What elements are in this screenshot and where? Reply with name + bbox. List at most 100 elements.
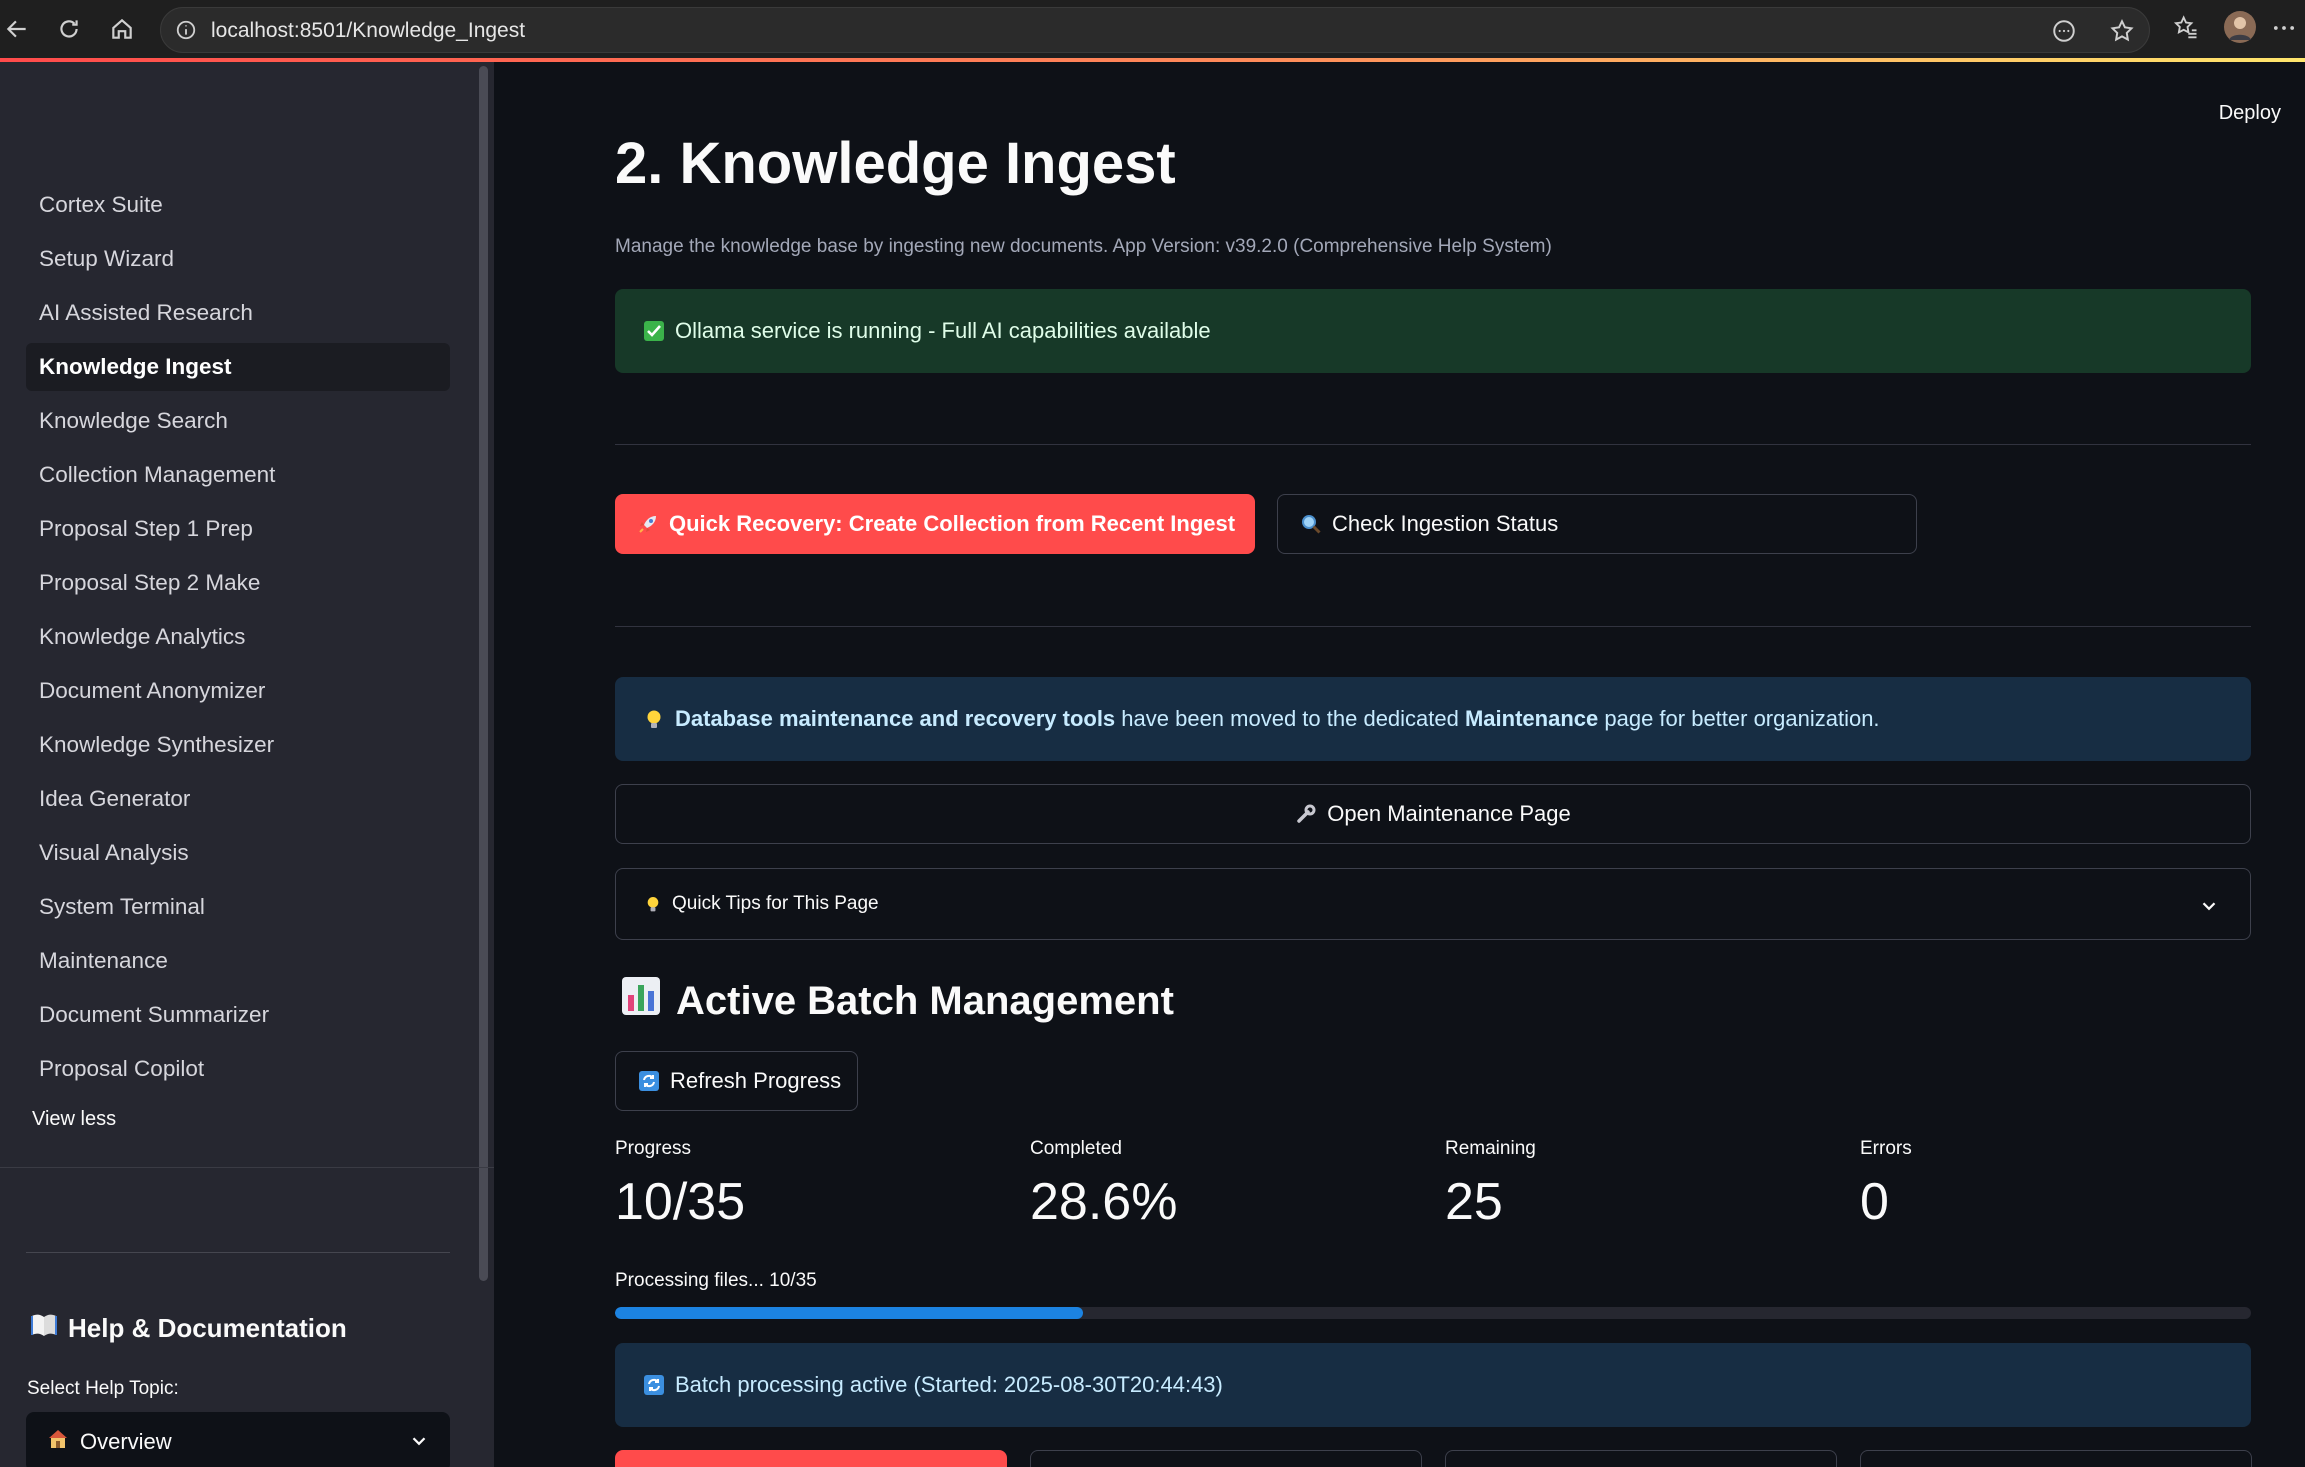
reader-icon[interactable] — [2051, 18, 2077, 49]
progress-text: Processing files... 10/35 — [615, 1270, 817, 1291]
batch-action-button[interactable] — [1030, 1450, 1422, 1467]
notice-bold-tools: Database maintenance and recovery tools — [675, 706, 1116, 731]
batch-action-button[interactable] — [1860, 1450, 2252, 1467]
metric-completed: Completed 28.6% — [1030, 1138, 1177, 1232]
home-icon[interactable] — [105, 12, 139, 46]
progress-bar — [615, 1307, 2251, 1319]
sidebar-item-knowledge-analytics[interactable]: Knowledge Analytics — [26, 613, 450, 667]
book-icon — [30, 1312, 58, 1345]
rocket-icon — [637, 513, 659, 535]
sidebar-item-proposal-copilot[interactable]: Proposal Copilot — [26, 1045, 450, 1099]
view-less-link[interactable]: View less — [32, 1108, 116, 1131]
sidebar-item-knowledge-ingest[interactable]: Knowledge Ingest — [26, 343, 450, 391]
sidebar-item-knowledge-synthesizer[interactable]: Knowledge Synthesizer — [26, 721, 450, 775]
divider — [615, 444, 2251, 445]
chevron-down-icon — [408, 1430, 430, 1458]
sidebar-item-knowledge-search[interactable]: Knowledge Search — [26, 397, 450, 451]
notice-text-2: page for better organization. — [1598, 706, 1880, 731]
main-content: Deploy 2. Knowledge Ingest Manage the kn… — [494, 62, 2305, 1467]
help-topic-label: Select Help Topic: — [27, 1378, 179, 1399]
help-heading-text: Help & Documentation — [68, 1313, 347, 1343]
metric-value: 0 — [1860, 1173, 1889, 1231]
batch-heading-text: Active Batch Management — [676, 978, 1174, 1023]
sidebar-item-maintenance[interactable]: Maintenance — [26, 937, 450, 991]
wrench-icon — [1295, 803, 1317, 825]
quick-tips-expander[interactable]: Quick Tips for This Page — [615, 868, 2251, 940]
quick-recovery-button[interactable]: Quick Recovery: Create Collection from R… — [615, 494, 1255, 554]
batch-action-button[interactable] — [1445, 1450, 1837, 1467]
site-info-icon[interactable] — [175, 19, 197, 46]
refresh-icon — [638, 1070, 660, 1092]
help-heading: Help & Documentation — [30, 1312, 347, 1345]
progress-bar-fill — [615, 1307, 1083, 1319]
url-text: localhost:8501/Knowledge_Ingest — [211, 19, 526, 42]
sidebar-item-document-summarizer[interactable]: Document Summarizer — [26, 991, 450, 1045]
check-status-label: Check Ingestion Status — [1332, 511, 1559, 536]
ollama-status-text: Ollama service is running - Full AI capa… — [675, 318, 1211, 343]
check-ingestion-status-button[interactable]: Check Ingestion Status — [1277, 494, 1917, 554]
sidebar-item-visual-analysis[interactable]: Visual Analysis — [26, 829, 450, 883]
profile-avatar[interactable] — [2223, 10, 2257, 49]
deploy-button[interactable]: Deploy — [2219, 102, 2281, 125]
sidebar-item-idea-generator[interactable]: Idea Generator — [26, 775, 450, 829]
batch-status-alert: Batch processing active (Started: 2025-0… — [615, 1343, 2251, 1427]
browser-toolbar: localhost:8501/Knowledge_Ingest — [0, 0, 2305, 60]
sidebar-item-system-terminal[interactable]: System Terminal — [26, 883, 450, 937]
check-box-icon — [643, 320, 665, 342]
ollama-status-alert: Ollama service is running - Full AI capa… — [615, 289, 2251, 373]
open-maintenance-label: Open Maintenance Page — [1327, 801, 1571, 826]
address-bar[interactable]: localhost:8501/Knowledge_Ingest — [160, 7, 2150, 53]
sidebar-item-document-anonymizer[interactable]: Document Anonymizer — [26, 667, 450, 721]
metric-label: Remaining — [1445, 1138, 1536, 1159]
sidebar-divider — [0, 1167, 494, 1168]
notice-text-1: have been moved to the dedicated — [1115, 706, 1465, 731]
batch-heading: Active Batch Management — [620, 975, 1174, 1027]
metric-label: Progress — [615, 1138, 692, 1159]
chevron-down-icon — [2198, 895, 2220, 923]
open-maintenance-button[interactable]: Open Maintenance Page — [615, 784, 2251, 844]
magnifier-icon — [1300, 513, 1322, 535]
page-title: 2. Knowledge Ingest — [615, 131, 1176, 196]
page-caption: Manage the knowledge base by ingesting n… — [615, 236, 1552, 257]
sidebar-nav: Cortex Suite Setup Wizard AI Assisted Rese… — [26, 181, 450, 1099]
refresh-progress-label: Refresh Progress — [670, 1068, 842, 1093]
metric-value: 25 — [1445, 1173, 1503, 1231]
sidebar-item-proposal-step-1-prep[interactable]: Proposal Step 1 Prep — [26, 505, 450, 559]
back-icon[interactable] — [0, 12, 34, 46]
sidebar-item-cortex-suite[interactable]: Cortex Suite — [26, 181, 450, 235]
sidebar-item-setup-wizard[interactable]: Setup Wizard — [26, 235, 450, 289]
help-topic-select[interactable]: Overview — [26, 1412, 450, 1467]
refresh-icon — [643, 1374, 665, 1396]
maintenance-notice-text: Database maintenance and recovery tools … — [675, 706, 1880, 732]
refresh-progress-button[interactable]: Refresh Progress — [615, 1051, 858, 1111]
lightbulb-icon — [643, 708, 665, 730]
help-topic-value: Overview — [80, 1429, 172, 1454]
favorite-star-icon[interactable] — [2109, 18, 2135, 49]
sidebar-scrollbar[interactable] — [479, 66, 488, 1281]
quick-tips-label: Quick Tips for This Page — [672, 893, 879, 914]
sidebar-divider — [26, 1252, 450, 1253]
maintenance-notice: Database maintenance and recovery tools … — [615, 677, 2251, 761]
sidebar: Cortex Suite Setup Wizard AI Assisted Rese… — [0, 62, 494, 1467]
metric-label: Errors — [1860, 1138, 1912, 1159]
metric-label: Completed — [1030, 1138, 1122, 1159]
sidebar-item-ai-assisted-research[interactable]: AI Assisted Research — [26, 289, 450, 343]
house-icon — [46, 1427, 70, 1457]
batch-status-text: Batch processing active (Started: 2025-0… — [675, 1372, 1223, 1397]
metric-value: 28.6% — [1030, 1173, 1178, 1231]
favorites-icon[interactable] — [2172, 14, 2200, 47]
bar-chart-icon — [620, 975, 662, 1027]
sidebar-item-collection-management[interactable]: Collection Management — [26, 451, 450, 505]
quick-recovery-label: Quick Recovery: Create Collection from R… — [669, 511, 1236, 536]
metric-remaining: Remaining 25 — [1445, 1138, 1536, 1232]
metric-value: 10/35 — [615, 1173, 746, 1231]
lightbulb-icon — [644, 895, 662, 913]
batch-action-button-primary[interactable] — [615, 1450, 1007, 1467]
metric-progress: Progress 10/35 — [615, 1138, 745, 1232]
metric-errors: Errors 0 — [1860, 1138, 1912, 1232]
sidebar-item-proposal-step-2-make[interactable]: Proposal Step 2 Make — [26, 559, 450, 613]
notice-bold-maintenance: Maintenance — [1464, 706, 1599, 731]
more-options-icon[interactable] — [2270, 14, 2298, 47]
divider — [615, 626, 2251, 627]
reload-icon[interactable] — [52, 12, 86, 46]
